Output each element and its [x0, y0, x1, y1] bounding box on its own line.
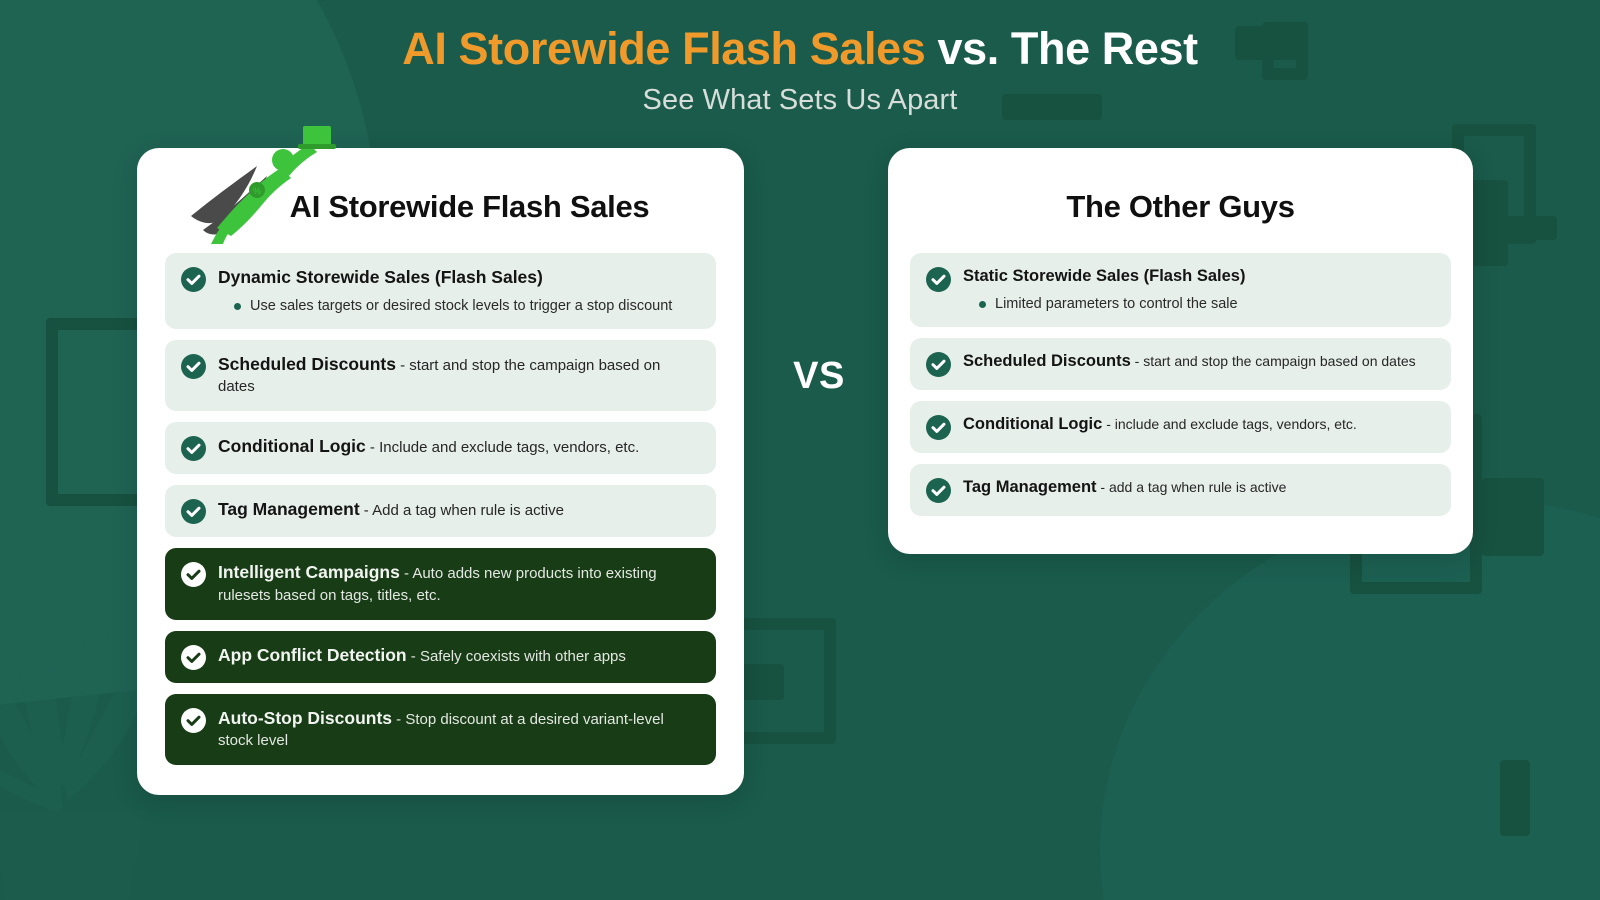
- feature-title: Auto-Stop Discounts: [218, 707, 393, 728]
- deco-shape: [1482, 478, 1544, 556]
- right-feature-list: Static Storewide Sales (Flash Sales) Limi…: [910, 253, 1451, 516]
- feature-text: Intelligent Campaigns - Auto adds new pr…: [218, 561, 700, 607]
- feature-row: Tag Management - Add a tag when rule is …: [165, 485, 716, 538]
- feature-description: - Include and exclude tags, vendors, etc…: [365, 439, 640, 457]
- check-circle-icon: [181, 644, 206, 670]
- check-circle-icon: [181, 267, 206, 292]
- deco-shape: [1472, 180, 1508, 266]
- infographic-canvas: AI Storewide Flash Sales vs. The Rest Se…: [0, 0, 1600, 900]
- feature-title: Scheduled Discounts: [218, 353, 396, 374]
- feature-text: Conditional Logic - include and exclude …: [963, 414, 1435, 436]
- check-circle-icon: [926, 477, 951, 503]
- feature-title: Dynamic Storewide Sales (Flash Sales): [218, 267, 543, 287]
- check-circle-icon: [181, 353, 206, 379]
- feature-row: Intelligent Campaigns - Auto adds new pr…: [165, 548, 716, 620]
- check-circle-icon: [181, 499, 206, 525]
- left-feature-list: Dynamic Storewide Sales (Flash Sales) Use…: [165, 253, 716, 766]
- feature-row: Auto-Stop Discounts - Stop discount at a…: [165, 693, 716, 766]
- feature-body: Dynamic Storewide Sales (Flash Sales) Use…: [218, 266, 700, 316]
- feature-body: App Conflict Detection - Safely coexists…: [218, 644, 700, 668]
- feature-text: Static Storewide Sales (Flash Sales): [963, 266, 1435, 288]
- right-card-title: The Other Guys: [1066, 189, 1295, 224]
- feature-description: - start and stop the campaign based on d…: [1130, 352, 1416, 369]
- feature-row: Static Storewide Sales (Flash Sales) Limi…: [910, 253, 1451, 327]
- left-card-title: AI Storewide Flash Sales: [289, 189, 650, 224]
- check-circle-icon: [926, 414, 951, 440]
- feature-bullet-item: Use sales targets or desired stock level…: [234, 297, 700, 316]
- feature-row: Tag Management - add a tag when rule is …: [910, 463, 1451, 516]
- feature-title: Conditional Logic: [218, 436, 366, 457]
- feature-description: - Safely coexists with other apps: [406, 647, 626, 665]
- page-subtitle: See What Sets Us Apart: [642, 84, 958, 117]
- card-ai-storewide-flash-sales: AI Storewide Flash Sales Dynamic Storewi…: [137, 148, 744, 796]
- feature-row: Scheduled Discounts - start and stop the…: [910, 337, 1451, 390]
- feature-title: Static Storewide Sales (Flash Sales): [963, 267, 1246, 285]
- feature-body: Auto-Stop Discounts - Stop discount at a…: [218, 707, 700, 753]
- feature-description: - include and exclude tags, vendors, etc…: [1102, 415, 1357, 432]
- feature-body: Scheduled Discounts - start and stop the…: [963, 351, 1435, 373]
- feature-body: Tag Management - Add a tag when rule is …: [218, 498, 700, 522]
- feature-text: App Conflict Detection - Safely coexists…: [218, 644, 700, 668]
- feature-row: App Conflict Detection - Safely coexists…: [165, 630, 716, 683]
- feature-text: Scheduled Discounts - start and stop the…: [218, 353, 700, 399]
- feature-title: Tag Management: [218, 499, 360, 520]
- feature-bullet-list: Use sales targets or desired stock level…: [218, 297, 700, 316]
- deco-shape: [1495, 216, 1557, 240]
- feature-text: Dynamic Storewide Sales (Flash Sales): [218, 266, 700, 290]
- feature-bullet-item: Limited parameters to control the sale: [979, 295, 1435, 314]
- feature-body: Static Storewide Sales (Flash Sales) Limi…: [963, 266, 1435, 314]
- feature-body: Intelligent Campaigns - Auto adds new pr…: [218, 561, 700, 607]
- feature-title: Scheduled Discounts: [963, 351, 1131, 370]
- background-blob-bottom-right: [1100, 500, 1600, 900]
- feature-bullet-list: Limited parameters to control the sale: [963, 295, 1435, 314]
- feature-body: Conditional Logic - include and exclude …: [963, 414, 1435, 436]
- feature-row: Dynamic Storewide Sales (Flash Sales) Use…: [165, 253, 716, 329]
- check-circle-icon: [926, 351, 951, 377]
- page-title-accent: AI Storewide Flash Sales: [402, 23, 926, 74]
- feature-text: Scheduled Discounts - start and stop the…: [963, 351, 1435, 373]
- page-title-rest: vs. The Rest: [925, 23, 1198, 74]
- deco-shape: [742, 664, 784, 700]
- feature-text: Conditional Logic - Include and exclude …: [218, 435, 700, 459]
- feature-row: Scheduled Discounts - start and stop the…: [165, 339, 716, 412]
- feature-row: Conditional Logic - Include and exclude …: [165, 422, 716, 475]
- feature-title: Conditional Logic: [963, 414, 1103, 433]
- feature-row: Conditional Logic - include and exclude …: [910, 400, 1451, 453]
- check-circle-icon: [181, 436, 206, 462]
- deco-shape: [1500, 760, 1530, 836]
- vs-divider: VS: [793, 355, 845, 397]
- page-title: AI Storewide Flash Sales vs. The Rest: [0, 22, 1600, 75]
- feature-text: Tag Management - Add a tag when rule is …: [218, 498, 700, 522]
- feature-description: - Add a tag when rule is active: [359, 502, 564, 520]
- card-the-other-guys: The Other Guys Static Storewide Sales (F…: [888, 148, 1473, 554]
- header: AI Storewide Flash Sales vs. The Rest Se…: [0, 0, 1600, 117]
- feature-description: - add a tag when rule is active: [1096, 478, 1287, 495]
- feature-body: Tag Management - add a tag when rule is …: [963, 477, 1435, 499]
- feature-title: Intelligent Campaigns: [218, 562, 400, 583]
- feature-text: Auto-Stop Discounts - Stop discount at a…: [218, 707, 700, 753]
- check-circle-icon: [926, 267, 951, 292]
- feature-title: App Conflict Detection: [218, 644, 407, 665]
- check-circle-icon: [181, 707, 206, 733]
- feature-text: Tag Management - add a tag when rule is …: [963, 477, 1435, 499]
- feature-body: Scheduled Discounts - start and stop the…: [218, 353, 700, 399]
- feature-body: Conditional Logic - Include and exclude …: [218, 435, 700, 459]
- feature-title: Tag Management: [963, 477, 1097, 496]
- check-circle-icon: [181, 562, 206, 588]
